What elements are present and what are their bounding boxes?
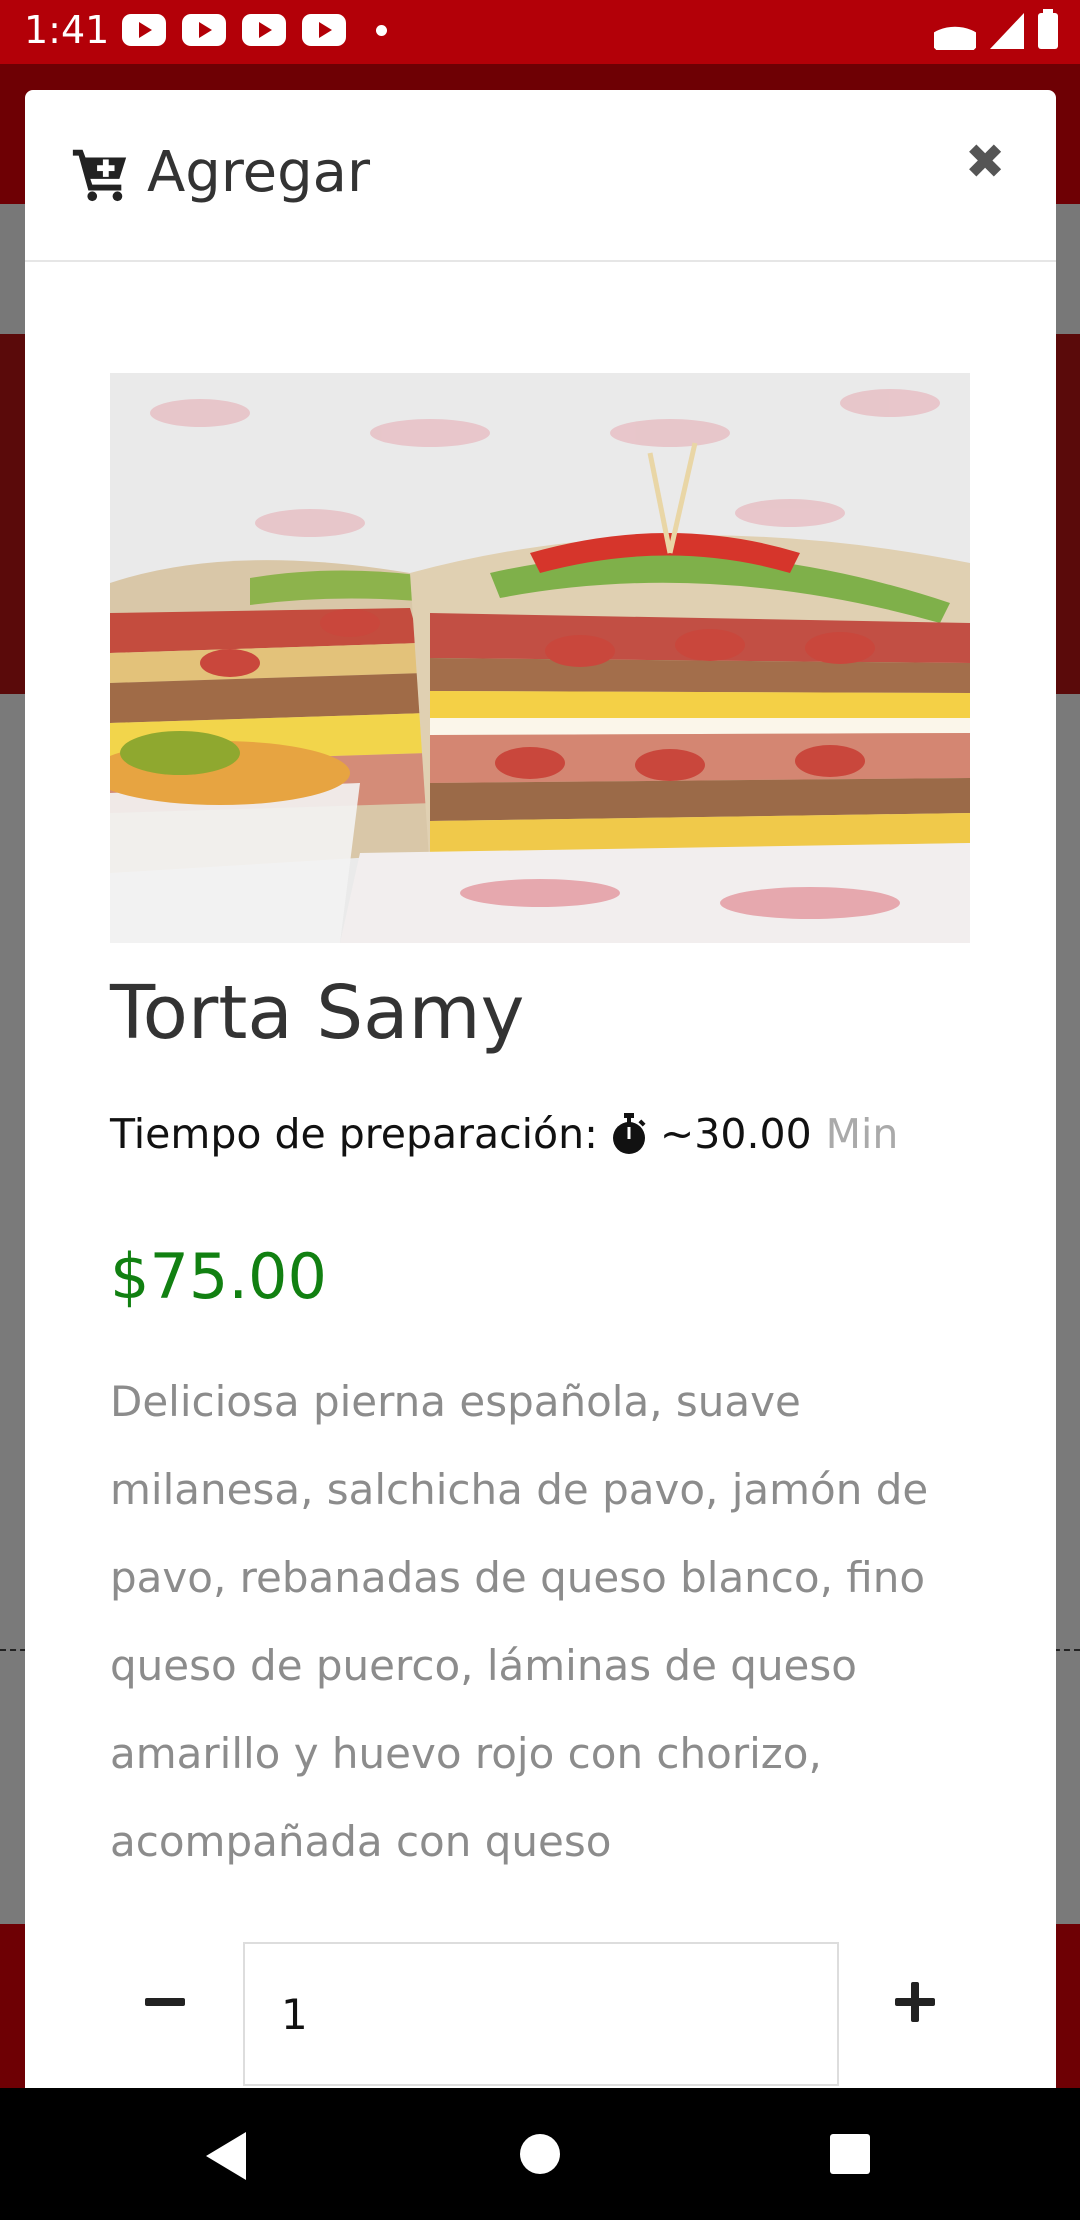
youtube-icon: [242, 14, 286, 46]
system-icons: [934, 9, 1058, 50]
notification-icons: [122, 14, 387, 46]
youtube-icon: [182, 14, 226, 46]
back-icon[interactable]: [206, 2132, 246, 2180]
modal-header: Agregar ✖: [25, 90, 1056, 262]
wifi-icon: [934, 12, 976, 50]
battery-icon: [1038, 9, 1058, 49]
increase-quantity-button[interactable]: [875, 1962, 955, 2042]
quantity-stepper: [25, 1942, 1056, 2090]
home-icon[interactable]: [520, 2134, 560, 2174]
product-description: Deliciosa pierna española, suave milanes…: [110, 1377, 929, 1866]
signal-icon: [990, 13, 1024, 49]
cart-plus-icon: [72, 149, 127, 202]
add-to-cart-modal: Agregar ✖ Torta Samy Tiempo de preparaci…: [25, 90, 1056, 2090]
recents-icon[interactable]: [830, 2134, 870, 2174]
quantity-input[interactable]: [243, 1942, 839, 2086]
youtube-icon: [122, 14, 166, 46]
dot-icon: [376, 24, 387, 36]
product-price: $75.00: [110, 1240, 327, 1313]
navigation-bar: [0, 2088, 1080, 2220]
modal-title: Agregar: [147, 140, 370, 205]
sandwich-photo: [110, 373, 970, 943]
youtube-icon: [302, 14, 346, 46]
stopwatch-icon: [612, 1113, 646, 1154]
product-image: [110, 373, 970, 943]
product-name: Torta Samy: [110, 970, 525, 1056]
prep-time: Tiempo de preparación: ~30.00 Min: [110, 1110, 898, 1158]
decrease-quantity-button[interactable]: [125, 1962, 205, 2042]
status-time: 1:41: [24, 8, 110, 52]
close-icon[interactable]: ✖: [965, 138, 1005, 186]
status-bar: 1:41: [0, 0, 1080, 64]
prep-unit: Min: [825, 1110, 899, 1158]
prep-label: Tiempo de preparación:: [110, 1110, 598, 1158]
prep-value: ~30.00: [659, 1110, 812, 1158]
